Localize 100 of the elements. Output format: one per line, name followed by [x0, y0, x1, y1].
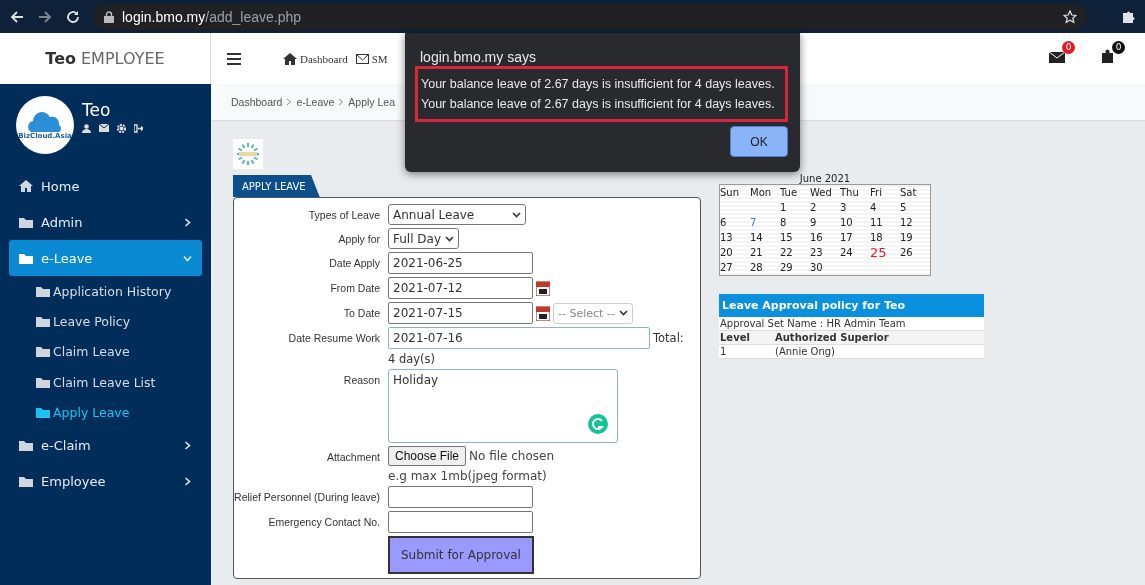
- calendar-day[interactable]: 17: [840, 230, 870, 245]
- forward-arrow-icon[interactable]: [38, 9, 52, 24]
- calendar-day[interactable]: 23: [810, 245, 840, 260]
- sidebar-subitem[interactable]: Application History: [0, 276, 211, 307]
- puzzle-icon[interactable]: [1121, 9, 1135, 24]
- nav-link[interactable]: Dashboard: [283, 52, 348, 65]
- calendar-day[interactable]: 6: [720, 215, 750, 230]
- weekday-label: Mon: [750, 186, 773, 200]
- table-cell: (Annie Ong): [775, 346, 835, 357]
- sidebar-subitem[interactable]: Apply Leave: [0, 397, 211, 428]
- calendar-day[interactable]: 7: [750, 215, 780, 230]
- weekday-label: Fri: [870, 186, 883, 200]
- calendar-day[interactable]: 12: [900, 215, 930, 230]
- calendar-day[interactable]: 10: [840, 215, 870, 230]
- text-field[interactable]: 2021-06-25: [388, 252, 533, 274]
- dropdown[interactable]: -- Select --: [553, 302, 633, 324]
- calendar-day[interactable]: 3: [840, 200, 870, 215]
- calendar-day[interactable]: 5: [900, 200, 930, 215]
- dropdown[interactable]: Annual Leave: [388, 204, 526, 225]
- field-label: Attachment: [325, 450, 380, 463]
- breadcrumb-link[interactable]: Apply Lea: [348, 96, 396, 108]
- reload-icon[interactable]: [66, 9, 80, 24]
- calendar-day[interactable]: 19: [900, 230, 930, 245]
- chevron-right-icon: [183, 441, 192, 451]
- submit-button[interactable]: Submit for Approval: [388, 536, 534, 574]
- settings-icon[interactable]: [117, 124, 126, 133]
- sidebar-item[interactable]: e-Leave: [9, 240, 202, 276]
- caret-down-icon: [618, 310, 628, 316]
- folder-icon: [36, 285, 50, 297]
- calendar-day[interactable]: 11: [870, 215, 900, 230]
- text-area[interactable]: Holiday: [388, 369, 618, 443]
- sidebar-subitem[interactable]: Claim Leave List: [0, 367, 211, 398]
- breadcrumb-link[interactable]: e-Leave: [296, 96, 335, 108]
- date-field[interactable]: 2021-07-15: [388, 302, 533, 324]
- total-label: Total:: [653, 331, 684, 345]
- dialog-message: Your balance leave of 2.67 days is insufficient for 4 days leaves. Your balance leave of 2.67 days is insufficient for 4 days leaves.: [415, 66, 788, 122]
- calendar-day[interactable]: 14: [750, 230, 780, 245]
- breadcrumb-link[interactable]: Dashboard: [231, 96, 283, 108]
- lock-icon: [104, 10, 114, 23]
- calendar-icon[interactable]: [536, 280, 550, 296]
- folder-icon: [19, 252, 33, 264]
- calendar-day[interactable]: 24: [840, 245, 870, 260]
- nav-link[interactable]: SM: [355, 52, 388, 65]
- sidebar-subitem[interactable]: Claim Leave: [0, 336, 211, 368]
- address-bar[interactable]: login.bmo.my/add_leave.php: [94, 3, 1087, 30]
- dropdown[interactable]: Full Day: [388, 228, 460, 249]
- date-field[interactable]: 2021-07-16: [388, 327, 650, 349]
- ok-button[interactable]: OK: [730, 126, 788, 157]
- field-label: To Date: [342, 306, 380, 319]
- count-badge: 0: [1062, 40, 1075, 54]
- calendar-day[interactable]: 9: [810, 215, 840, 230]
- calendar-day[interactable]: 21: [750, 245, 780, 260]
- sidebar-subitem[interactable]: Leave Policy: [0, 306, 211, 337]
- hint-text: e.g max 1mb(jpeg format): [388, 469, 548, 483]
- calendar-title: June 2021: [798, 173, 852, 184]
- back-arrow-icon[interactable]: [10, 9, 24, 24]
- sidebar-item[interactable]: e-Claim: [9, 427, 202, 464]
- calendar-day[interactable]: 4: [870, 200, 900, 215]
- calendar-icon[interactable]: [536, 305, 550, 321]
- calendar-day[interactable]: 8: [780, 215, 810, 230]
- brand-role: EMPLOYEE: [81, 49, 165, 68]
- calendar-day[interactable]: 25: [870, 245, 900, 260]
- calendar-day[interactable]: 29: [780, 260, 810, 275]
- menu-icon[interactable]: [227, 52, 241, 65]
- folder-icon: [36, 316, 50, 328]
- date-field[interactable]: 2021-07-12: [388, 277, 533, 299]
- calendar-day[interactable]: 28: [750, 260, 780, 275]
- count-badge: 0: [1112, 40, 1125, 54]
- calendar-day[interactable]: 27: [720, 260, 750, 275]
- weekday-label: Thu: [840, 186, 860, 200]
- calendar-day[interactable]: 30: [810, 260, 840, 275]
- field-label: Date Resume Work: [287, 331, 380, 344]
- calendar-day[interactable]: 18: [870, 230, 900, 245]
- star-icon[interactable]: [1063, 9, 1077, 24]
- grammar-check-icon[interactable]: [588, 414, 608, 434]
- calendar-day[interactable]: 15: [780, 230, 810, 245]
- home-icon: [19, 180, 33, 192]
- text-field[interactable]: [388, 511, 533, 533]
- dialog-title: login.bmo.my says: [420, 49, 537, 65]
- calendar-day[interactable]: 1: [780, 200, 810, 215]
- choose-file-button[interactable]: Choose File: [388, 446, 467, 466]
- calendar-day[interactable]: 13: [720, 230, 750, 245]
- calendar-day[interactable]: 22: [780, 245, 810, 260]
- url-text: login.bmo.my/add_leave.php: [122, 8, 302, 25]
- column-header: Authorized Superior: [775, 332, 889, 343]
- field-label: Types of Leave: [307, 208, 380, 221]
- sidebar-item[interactable]: Admin: [9, 204, 202, 240]
- calendar-day[interactable]: 2: [810, 200, 840, 215]
- field-label: Date Apply: [328, 256, 380, 269]
- envelope-icon[interactable]: [99, 124, 109, 132]
- puzzle-icon[interactable]: [1099, 48, 1115, 65]
- text-field[interactable]: [388, 486, 533, 508]
- sidebar-item[interactable]: Employee: [9, 463, 202, 500]
- calendar-day[interactable]: 20: [720, 245, 750, 260]
- user-icon[interactable]: [82, 124, 91, 133]
- calendar-day[interactable]: 16: [810, 230, 840, 245]
- calendar-day[interactable]: 26: [900, 245, 930, 260]
- sidebar-item[interactable]: Home: [9, 168, 202, 204]
- home-icon: [283, 52, 297, 65]
- sign-out-icon[interactable]: [134, 124, 143, 133]
